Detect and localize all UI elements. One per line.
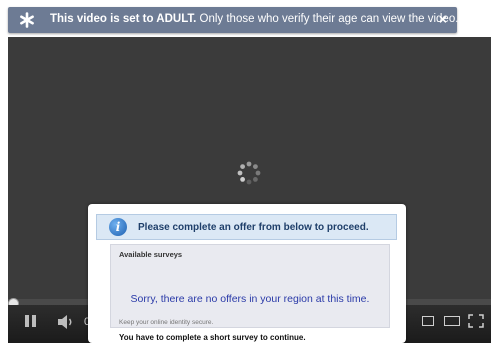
loading-spinner-icon	[237, 161, 261, 185]
surveys-label: Available surveys	[119, 250, 183, 259]
popup-header: i Please complete an offer from below to…	[96, 214, 397, 240]
banner-message: This video is set to ADULT. Only those w…	[50, 13, 458, 25]
pause-bar-right	[32, 315, 36, 327]
banner-bold-text: This video is set to ADULT.	[50, 13, 197, 25]
banner-text: Only those who verify their age can view…	[196, 13, 459, 25]
fullscreen-icon[interactable]	[468, 314, 484, 328]
offer-popup: i Please complete an offer from below to…	[88, 204, 406, 343]
adult-notice-banner: This video is set to ADULT. Only those w…	[8, 7, 458, 33]
pause-button[interactable]	[24, 312, 38, 332]
volume-icon[interactable]	[56, 312, 76, 332]
pause-bar-left	[25, 315, 29, 327]
close-banner-button[interactable]: ×	[439, 11, 447, 27]
large-player-icon[interactable]	[444, 316, 460, 326]
star-icon	[20, 12, 34, 28]
survey-footer-note: Keep your online identity secure.	[119, 319, 214, 326]
small-player-icon[interactable]	[422, 316, 434, 326]
info-icon: i	[109, 218, 127, 236]
no-offers-message: Sorry, there are no offers in your regio…	[130, 293, 370, 305]
available-surveys-panel: Available surveys Sorry, there are no of…	[110, 244, 390, 328]
popup-title: Please complete an offer from below to p…	[138, 222, 369, 233]
survey-instruction: You have to complete a short survey to c…	[119, 333, 306, 342]
